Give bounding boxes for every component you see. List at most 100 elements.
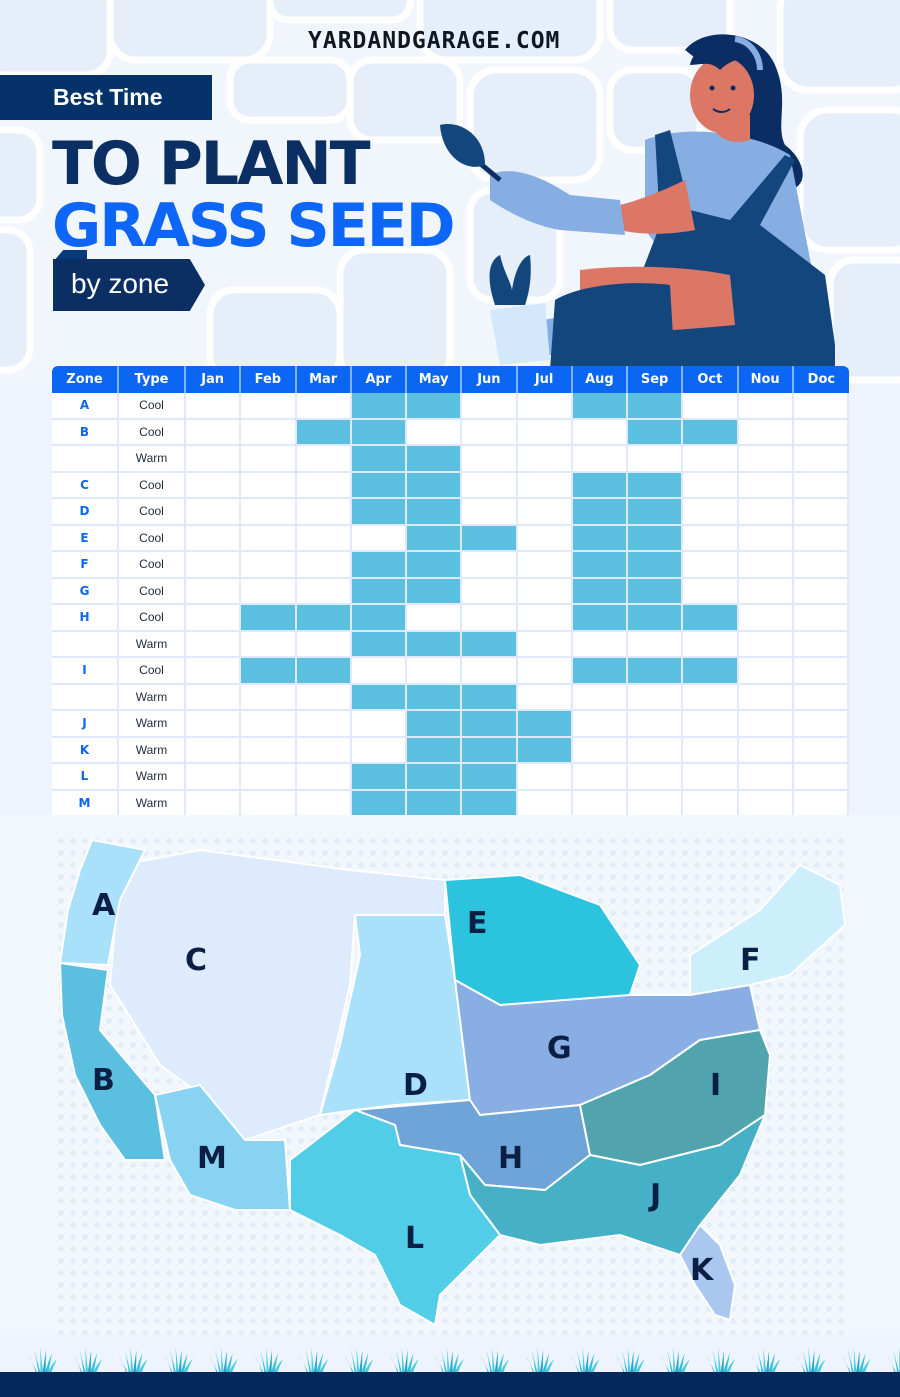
month-cell-feb <box>241 578 297 605</box>
month-cell-nou <box>738 419 794 446</box>
month-cell-jul <box>517 684 573 711</box>
month-cell-nou <box>738 446 794 473</box>
month-cell-jan <box>186 578 242 605</box>
zone-label-j: J <box>648 1178 661 1213</box>
type-cell: Cool <box>119 605 186 632</box>
month-cell-doc <box>793 711 849 738</box>
month-cell-jul <box>517 446 573 473</box>
month-cell-sep <box>628 711 684 738</box>
column-header-jan: Jan <box>186 366 242 393</box>
month-cell-apr <box>351 631 407 658</box>
month-cell-doc <box>793 578 849 605</box>
ground-band <box>0 1372 900 1397</box>
month-cell-oct <box>683 552 739 579</box>
month-cell-feb <box>241 605 297 632</box>
month-cell-jan <box>186 393 242 420</box>
month-cell-may <box>407 472 463 499</box>
zone-cell: C <box>52 472 119 499</box>
type-cell: Warm <box>119 446 186 473</box>
zone-label-b: B <box>92 1063 115 1098</box>
zone-label-l: L <box>405 1221 424 1256</box>
month-cell-apr <box>351 393 407 420</box>
zone-cell: F <box>52 552 119 579</box>
month-cell-oct <box>683 658 739 685</box>
month-cell-sep <box>628 631 684 658</box>
zone-cell: G <box>52 578 119 605</box>
month-cell-aug <box>572 578 628 605</box>
month-cell-mar <box>296 446 352 473</box>
table-row: K Warm <box>52 737 849 764</box>
month-cell-mar <box>296 631 352 658</box>
month-cell-jan <box>186 605 242 632</box>
month-cell-jun <box>462 711 518 738</box>
month-cell-jan <box>186 525 242 552</box>
month-cell-oct <box>683 684 739 711</box>
month-cell-may <box>407 552 463 579</box>
table-row: L Warm <box>52 764 849 791</box>
zone-cell: K <box>52 737 119 764</box>
month-cell-oct <box>683 419 739 446</box>
table-row: H Cool <box>52 605 849 632</box>
month-cell-feb <box>241 525 297 552</box>
month-cell-jul <box>517 605 573 632</box>
column-header-mar: Mar <box>296 366 352 393</box>
month-cell-may <box>407 631 463 658</box>
zone-cell: H <box>52 605 119 632</box>
month-cell-nou <box>738 737 794 764</box>
month-cell-sep <box>628 737 684 764</box>
month-cell-feb <box>241 393 297 420</box>
zone-label-m: M <box>197 1141 227 1176</box>
month-cell-apr <box>351 446 407 473</box>
month-cell-aug <box>572 552 628 579</box>
month-cell-jun <box>462 393 518 420</box>
table-row: G Cool <box>52 578 849 605</box>
zone-label-a: A <box>92 888 116 923</box>
month-cell-nou <box>738 684 794 711</box>
month-cell-feb <box>241 499 297 526</box>
type-cell: Warm <box>119 711 186 738</box>
month-cell-mar <box>296 419 352 446</box>
month-cell-doc <box>793 419 849 446</box>
month-cell-nou <box>738 578 794 605</box>
month-cell-sep <box>628 393 684 420</box>
month-cell-aug <box>572 499 628 526</box>
zone-label-d: D <box>403 1068 428 1103</box>
zone-label-k: K <box>690 1253 715 1288</box>
month-cell-doc <box>793 764 849 791</box>
month-cell-oct <box>683 446 739 473</box>
month-cell-mar <box>296 711 352 738</box>
month-cell-apr <box>351 684 407 711</box>
zone-cell: L <box>52 764 119 791</box>
month-cell-may <box>407 578 463 605</box>
month-cell-jun <box>462 578 518 605</box>
month-cell-jan <box>186 552 242 579</box>
month-cell-aug <box>572 472 628 499</box>
month-cell-apr <box>351 737 407 764</box>
gardener-illustration <box>440 34 835 370</box>
column-header-zone: Zone <box>52 366 119 393</box>
month-cell-nou <box>738 499 794 526</box>
month-cell-jul <box>517 393 573 420</box>
us-zone-map: A B C D E F G H I J K L M <box>59 839 846 1326</box>
table-row: B Cool <box>52 419 849 446</box>
month-cell-jun <box>462 790 518 817</box>
type-cell: Cool <box>119 658 186 685</box>
zone-cell: D <box>52 499 119 526</box>
month-cell-jul <box>517 790 573 817</box>
zone-f-region <box>689 864 846 996</box>
month-cell-feb <box>241 790 297 817</box>
month-cell-apr <box>351 658 407 685</box>
hero-section: YARDANDGARAGE.COM Best Time TO PLANT GRA… <box>0 0 900 385</box>
table-row: Warm <box>52 446 849 473</box>
table-row: C Cool <box>52 472 849 499</box>
month-cell-nou <box>738 605 794 632</box>
month-cell-apr <box>351 552 407 579</box>
month-cell-may <box>407 393 463 420</box>
month-cell-oct <box>683 790 739 817</box>
month-cell-aug <box>572 658 628 685</box>
month-cell-apr <box>351 790 407 817</box>
type-cell: Cool <box>119 578 186 605</box>
month-cell-jul <box>517 419 573 446</box>
month-cell-sep <box>628 764 684 791</box>
schedule-table: Zone Type Jan Feb Mar Apr May Jun Jul Aug Sep Oct No… <box>52 366 849 817</box>
